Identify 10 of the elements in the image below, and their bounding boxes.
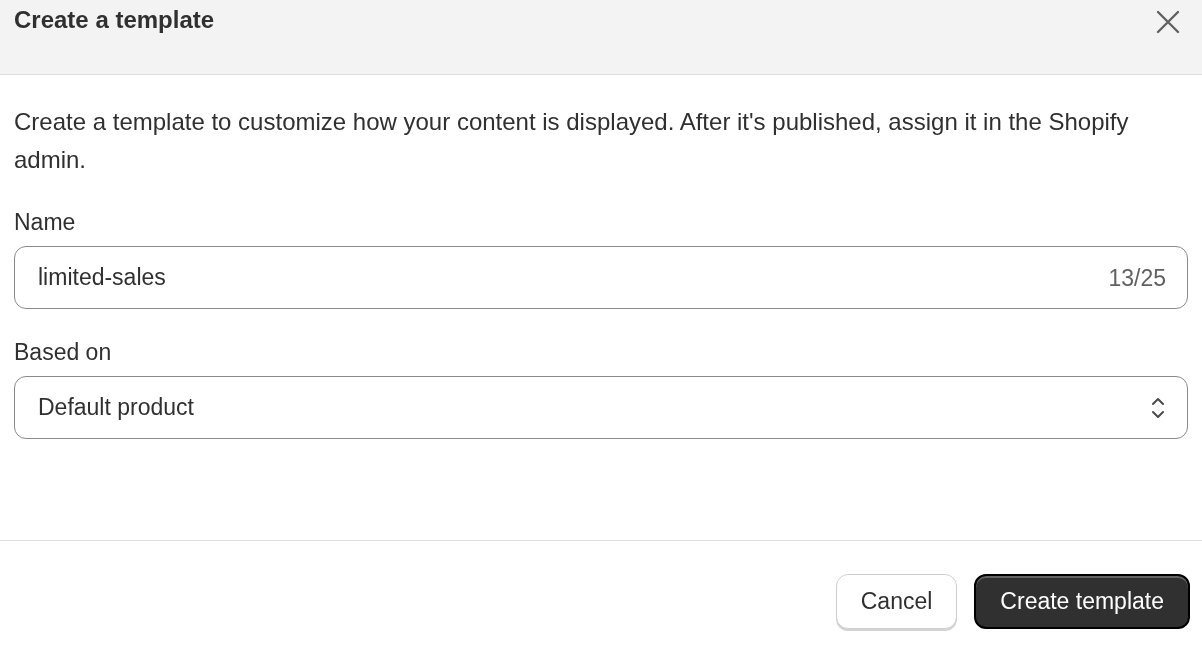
description-text: Create a template to customize how your content is displayed. After it's published, assign it in the Shopify admin. [14,107,1130,175]
dialog-title: Create a template [14,6,215,34]
create-button[interactable]: Create template [974,574,1190,629]
field-label: Based on [14,339,113,366]
field-label: Name [14,209,77,236]
based-on-select[interactable]: Default product [14,376,1188,439]
cancel-button[interactable]: Cancel [835,574,958,629]
chevron-up-down-icon [1151,395,1165,420]
close-icon [1156,10,1180,34]
character-counter: 13/25 [1108,264,1166,291]
